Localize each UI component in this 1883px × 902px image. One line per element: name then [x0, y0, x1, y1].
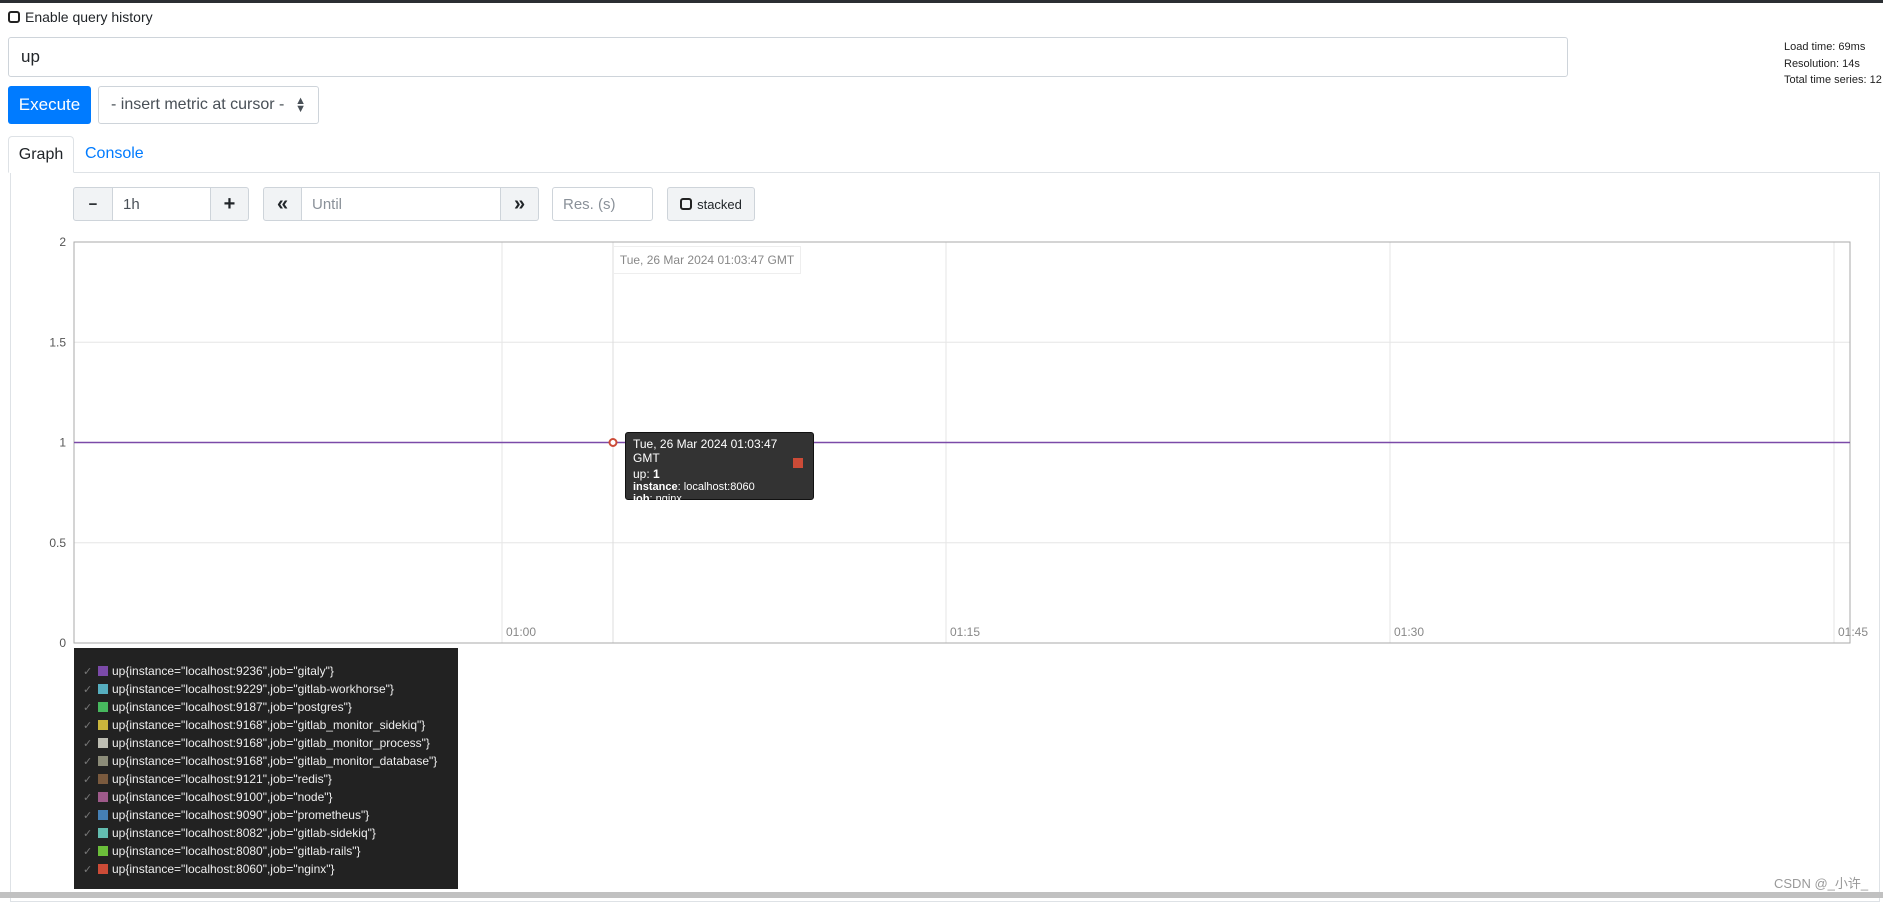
- series-color-swatch: [98, 738, 108, 748]
- series-color-swatch: [98, 864, 108, 874]
- horizontal-scrollbar[interactable]: [0, 892, 1883, 898]
- tooltip-metric: up: [633, 467, 647, 481]
- check-icon: ✓: [83, 683, 93, 696]
- legend-item[interactable]: ✓ up{instance="localhost:9100",job="node"…: [83, 788, 449, 806]
- y-tick-label: 1: [59, 436, 66, 450]
- x-tick-label: 01:00: [506, 625, 536, 639]
- legend-label: up{instance="localhost:9229",job="gitlab…: [112, 682, 394, 696]
- legend-label: up{instance="localhost:9168",job="gitlab…: [112, 736, 430, 750]
- y-tick-label: 1.5: [49, 335, 66, 349]
- series-color-swatch: [98, 828, 108, 838]
- legend-item[interactable]: ✓ up{instance="localhost:8082",job="gitla…: [83, 824, 449, 842]
- series-color-swatch: [98, 666, 108, 676]
- legend-label: up{instance="localhost:9187",job="postgr…: [112, 700, 352, 714]
- hover-point: [608, 438, 618, 447]
- legend-item[interactable]: ✓ up{instance="localhost:9168",job="gitla…: [83, 752, 449, 770]
- legend-label: up{instance="localhost:9090",job="promet…: [112, 808, 370, 822]
- check-icon: ✓: [83, 719, 93, 732]
- x-tick-label: 01:45: [1838, 625, 1868, 639]
- check-icon: ✓: [83, 755, 93, 768]
- legend-item[interactable]: ✓ up{instance="localhost:9121",job="redis…: [83, 770, 449, 788]
- series-color-swatch: [98, 684, 108, 694]
- legend-item[interactable]: ✓ up{instance="localhost:9168",job="gitla…: [83, 716, 449, 734]
- legend-label: up{instance="localhost:9100",job="node"}: [112, 790, 333, 804]
- legend-label: up{instance="localhost:9236",job="gitaly…: [112, 664, 334, 678]
- series-color-swatch: [98, 702, 108, 712]
- legend-item[interactable]: ✓ up{instance="localhost:9168",job="gitla…: [83, 734, 449, 752]
- legend-item[interactable]: ✓ up{instance="localhost:9229",job="gitla…: [83, 680, 449, 698]
- tooltip-job: nginx: [655, 493, 682, 505]
- series-color-swatch: [98, 846, 108, 856]
- check-icon: ✓: [83, 845, 93, 858]
- legend-label: up{instance="localhost:8080",job="gitlab…: [112, 844, 361, 858]
- x-tick-label: 01:30: [1394, 625, 1424, 639]
- check-icon: ✓: [83, 809, 93, 822]
- y-tick-label: 0: [59, 636, 66, 650]
- hover-time-label: Tue, 26 Mar 2024 01:03:47 GMT: [613, 246, 801, 274]
- check-icon: ✓: [83, 737, 93, 750]
- series-color-swatch: [793, 458, 803, 468]
- hover-tooltip: Tue, 26 Mar 2024 01:03:47 GMT up: 1 inst…: [625, 432, 814, 505]
- y-tick-label: 2: [59, 235, 66, 249]
- tab-graph[interactable]: Graph: [8, 136, 74, 173]
- legend-item[interactable]: ✓ up{instance="localhost:9187",job="postg…: [83, 698, 449, 716]
- check-icon: ✓: [83, 791, 93, 804]
- series-color-swatch: [98, 720, 108, 730]
- x-tick-label: 01:15: [950, 625, 980, 639]
- tooltip-time: Tue, 26 Mar 2024 01:03:47 GMT: [633, 437, 778, 465]
- check-icon: ✓: [83, 665, 93, 678]
- legend-item[interactable]: ✓ up{instance="localhost:8080",job="gitla…: [83, 842, 449, 860]
- watermark: CSDN @_小许_: [1774, 876, 1869, 891]
- series-color-swatch: [98, 792, 108, 802]
- check-icon: ✓: [83, 773, 93, 786]
- legend-label: up{instance="localhost:8082",job="gitlab…: [112, 826, 376, 840]
- y-tick-label: 0.5: [49, 536, 66, 550]
- legend-label: up{instance="localhost:8060",job="nginx"…: [112, 862, 335, 876]
- tooltip-value: 1: [653, 467, 660, 481]
- series-color-swatch: [98, 756, 108, 766]
- legend-label: up{instance="localhost:9168",job="gitlab…: [112, 718, 426, 732]
- check-icon: ✓: [83, 863, 93, 876]
- tooltip-instance-label: instance: [633, 481, 678, 493]
- legend-item[interactable]: ✓ up{instance="localhost:8060",job="nginx…: [83, 860, 449, 878]
- legend: ✓ up{instance="localhost:9236",job="gital…: [74, 648, 458, 889]
- series-color-swatch: [98, 810, 108, 820]
- legend-label: up{instance="localhost:9121",job="redis"…: [112, 772, 332, 786]
- legend-label: up{instance="localhost:9168",job="gitlab…: [112, 754, 438, 768]
- check-icon: ✓: [83, 701, 93, 714]
- check-icon: ✓: [83, 827, 93, 840]
- series-color-swatch: [98, 774, 108, 784]
- legend-item[interactable]: ✓ up{instance="localhost:9236",job="gital…: [83, 662, 449, 680]
- tooltip-instance: localhost:8060: [683, 481, 755, 493]
- tooltip-job-label: job: [633, 493, 650, 505]
- legend-item[interactable]: ✓ up{instance="localhost:9090",job="prome…: [83, 806, 449, 824]
